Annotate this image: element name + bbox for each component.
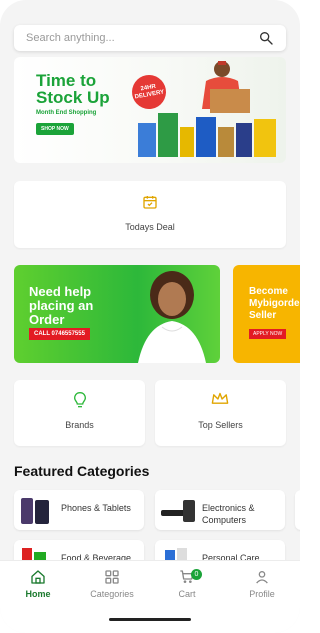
promo-person-image <box>138 271 206 363</box>
category-next[interactable] <box>295 490 300 530</box>
profile-icon <box>256 571 268 584</box>
promo-seller-banner[interactable]: Become Mybigorder Seller APPLY NOW <box>233 265 300 363</box>
nav-home-label: Home <box>25 589 51 599</box>
brands-card[interactable]: Brands <box>14 380 145 446</box>
apply-now-button[interactable]: APPLY NOW <box>249 329 287 339</box>
search-icon[interactable] <box>258 30 274 46</box>
bottom-nav: Home Categories 0 Cart Profile <box>0 560 300 633</box>
nav-profile[interactable]: Profile <box>232 569 292 599</box>
promo-title: Need help placing an Order <box>29 284 94 327</box>
category-electronics[interactable]: Electronics & Computers <box>155 490 285 530</box>
brands-label: Brands <box>65 420 94 430</box>
phone-image <box>21 498 49 524</box>
featured-categories-title: Featured Categories <box>14 463 150 479</box>
category-phones-tablets[interactable]: Phones & Tablets <box>14 490 144 530</box>
products-image <box>138 113 276 157</box>
nav-categories-label: Categories <box>90 589 134 599</box>
todays-deal-label: Todays Deal <box>125 222 175 232</box>
top-sellers-label: Top Sellers <box>198 420 243 430</box>
promo-call-banner[interactable]: Need help placing an Order CALL 07465575… <box>14 265 220 363</box>
hero-title: Time to Stock Up <box>36 71 110 107</box>
call-button[interactable]: CALL 0746557555 <box>29 328 90 340</box>
nav-home[interactable]: Home <box>8 569 68 599</box>
hero-subtitle: Month End Shopping <box>36 110 97 116</box>
top-sellers-card[interactable]: Top Sellers <box>155 380 286 446</box>
home-icon <box>31 570 45 584</box>
app-screen: Search anything... Time to Stock Up Mont… <box>0 0 300 633</box>
promo-seller-title: Become Mybigorder Seller <box>249 286 300 321</box>
category-label: Electronics & Computers <box>202 503 255 525</box>
calendar-icon <box>143 196 157 209</box>
category-label: Phones & Tablets <box>61 503 131 513</box>
nav-categories[interactable]: Categories <box>82 569 142 599</box>
grid-icon <box>105 570 119 584</box>
nav-profile-label: Profile <box>249 589 275 599</box>
home-indicator[interactable] <box>109 618 191 621</box>
lightbulb-icon <box>73 391 87 408</box>
search-bar[interactable]: Search anything... <box>14 25 286 51</box>
todays-deal-card[interactable]: Todays Deal <box>14 181 286 248</box>
crown-icon <box>211 392 229 404</box>
cart-count-badge: 0 <box>191 569 202 580</box>
nav-cart[interactable]: 0 Cart <box>157 569 217 599</box>
search-input[interactable]: Search anything... <box>26 32 115 44</box>
shop-now-button[interactable]: SHOP NOW <box>36 123 74 135</box>
hero-banner[interactable]: Time to Stock Up Month End Shopping SHOP… <box>14 57 286 163</box>
speaker-image <box>161 500 195 522</box>
nav-cart-label: Cart <box>178 589 196 599</box>
